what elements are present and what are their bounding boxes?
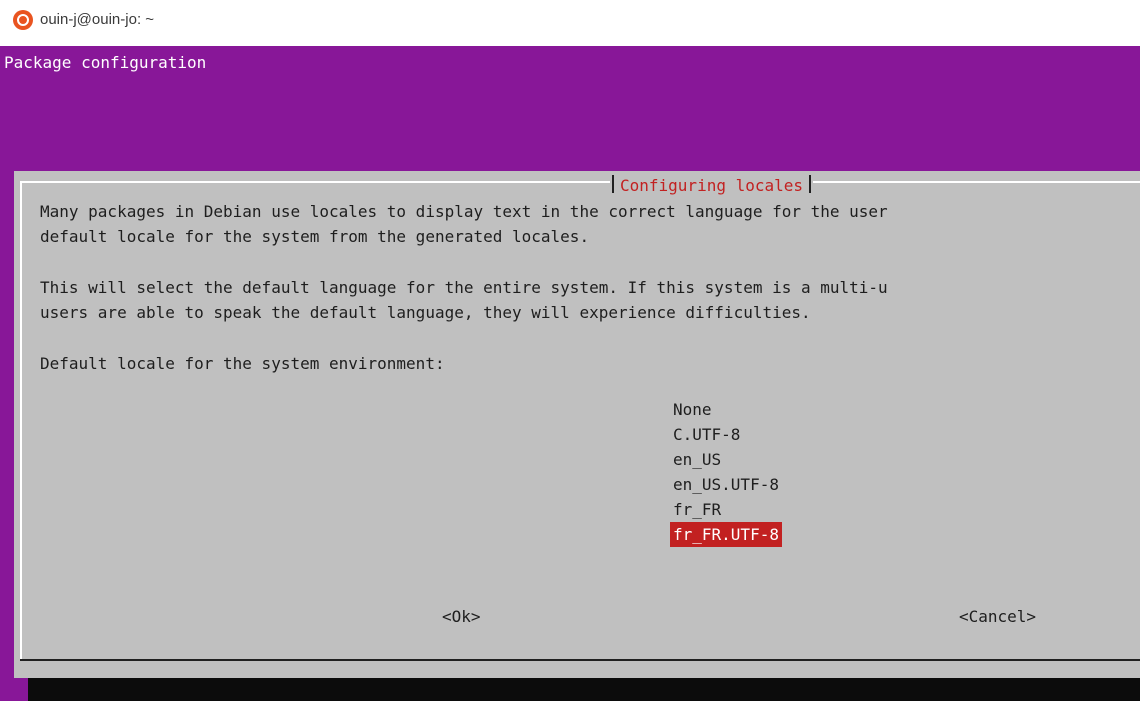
locale-option-en-us-utf8[interactable]: en_US.UTF-8 [670, 472, 782, 497]
window-titlebar: ouin-j@ouin-jo: ~ [0, 0, 1140, 46]
locale-option-fr-fr-utf8[interactable]: fr_FR.UTF-8 [670, 522, 782, 547]
description-line: users are able to speak the default lang… [40, 303, 811, 322]
window-title: ouin-j@ouin-jo: ~ [40, 11, 155, 28]
locale-option-c-utf8[interactable]: C.UTF-8 [670, 422, 782, 447]
dialog-title-box: Configuring locales [610, 173, 814, 198]
locale-option-fr-fr[interactable]: fr_FR [670, 497, 782, 522]
backtitle: Package configuration [4, 53, 207, 72]
locale-list[interactable]: None C.UTF-8 en_US en_US.UTF-8 fr_FR fr_… [670, 397, 782, 547]
ok-button[interactable]: <Ok> [442, 604, 481, 629]
locale-option-none[interactable]: None [670, 397, 782, 422]
description-line: default locale for the system from the g… [40, 227, 590, 246]
description-line: Many packages in Debian use locales to d… [40, 202, 888, 221]
ubuntu-logo-icon [13, 10, 33, 30]
prompt-label: Default locale for the system environmen… [40, 354, 445, 373]
dialog-shadow [28, 678, 1140, 701]
dialog-title: Configuring locales [620, 176, 804, 195]
terminal-area[interactable]: Package configuration Configuring locale… [0, 46, 1140, 701]
cancel-button[interactable]: <Cancel> [959, 604, 1036, 629]
locale-option-en-us[interactable]: en_US [670, 447, 782, 472]
dialog-frame [20, 181, 1140, 661]
description-line: This will select the default language fo… [40, 278, 888, 297]
dialog: Configuring locales Many packages in Deb… [14, 171, 1140, 678]
